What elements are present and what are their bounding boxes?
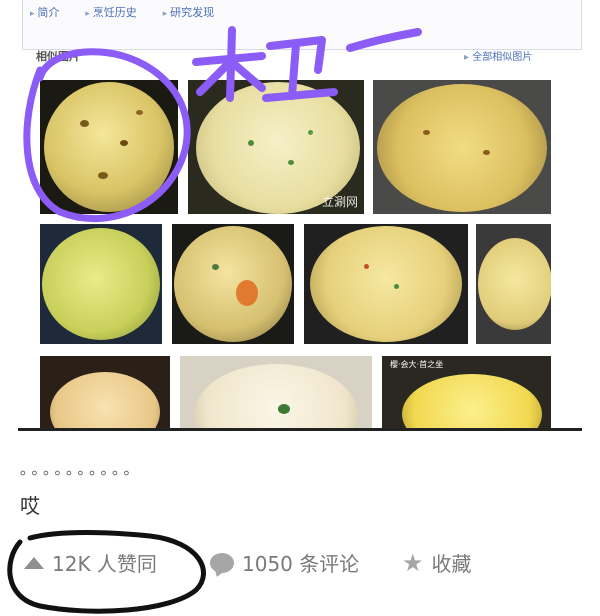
gallery-image[interactable]: 樱·会大·首之坐 [382, 356, 551, 428]
comment-icon [210, 552, 234, 573]
post-dots: 。。。。。。。。。。 [20, 460, 143, 478]
gallery-image[interactable] [476, 224, 551, 344]
upvote-icon [24, 556, 44, 569]
post-text: 哎 [20, 494, 40, 518]
embedded-screenshot: 简介 烹饪历史 研究发现 相似图片 全部相似图片 立涮网 [0, 0, 600, 428]
image-gallery: 立涮网 樱·会大·首之坐 [0, 0, 600, 428]
section-divider [18, 428, 582, 431]
image-caption: 樱·会大·首之坐 [390, 360, 444, 369]
gallery-image[interactable] [40, 356, 170, 428]
upvote-count: 12K 人赞同 [52, 552, 157, 576]
action-bar: 12K 人赞同 1050 条评论 ★ 收藏 [20, 548, 580, 582]
gallery-image[interactable]: 立涮网 [188, 80, 364, 214]
gallery-image[interactable] [180, 356, 372, 428]
comment-count: 1050 条评论 [242, 552, 360, 576]
gallery-image[interactable] [304, 224, 468, 344]
favorite-button[interactable]: ★ 收藏 [402, 548, 472, 577]
favorite-label: 收藏 [431, 552, 472, 576]
gallery-image[interactable] [172, 224, 294, 344]
star-icon: ★ [402, 548, 424, 577]
upvote-button[interactable]: 12K 人赞同 [24, 548, 157, 577]
gallery-image[interactable] [40, 80, 178, 214]
image-watermark: 立涮网 [321, 195, 358, 209]
gallery-image[interactable] [40, 224, 162, 344]
gallery-image[interactable] [373, 80, 551, 214]
comment-button[interactable]: 1050 条评论 [210, 548, 359, 577]
